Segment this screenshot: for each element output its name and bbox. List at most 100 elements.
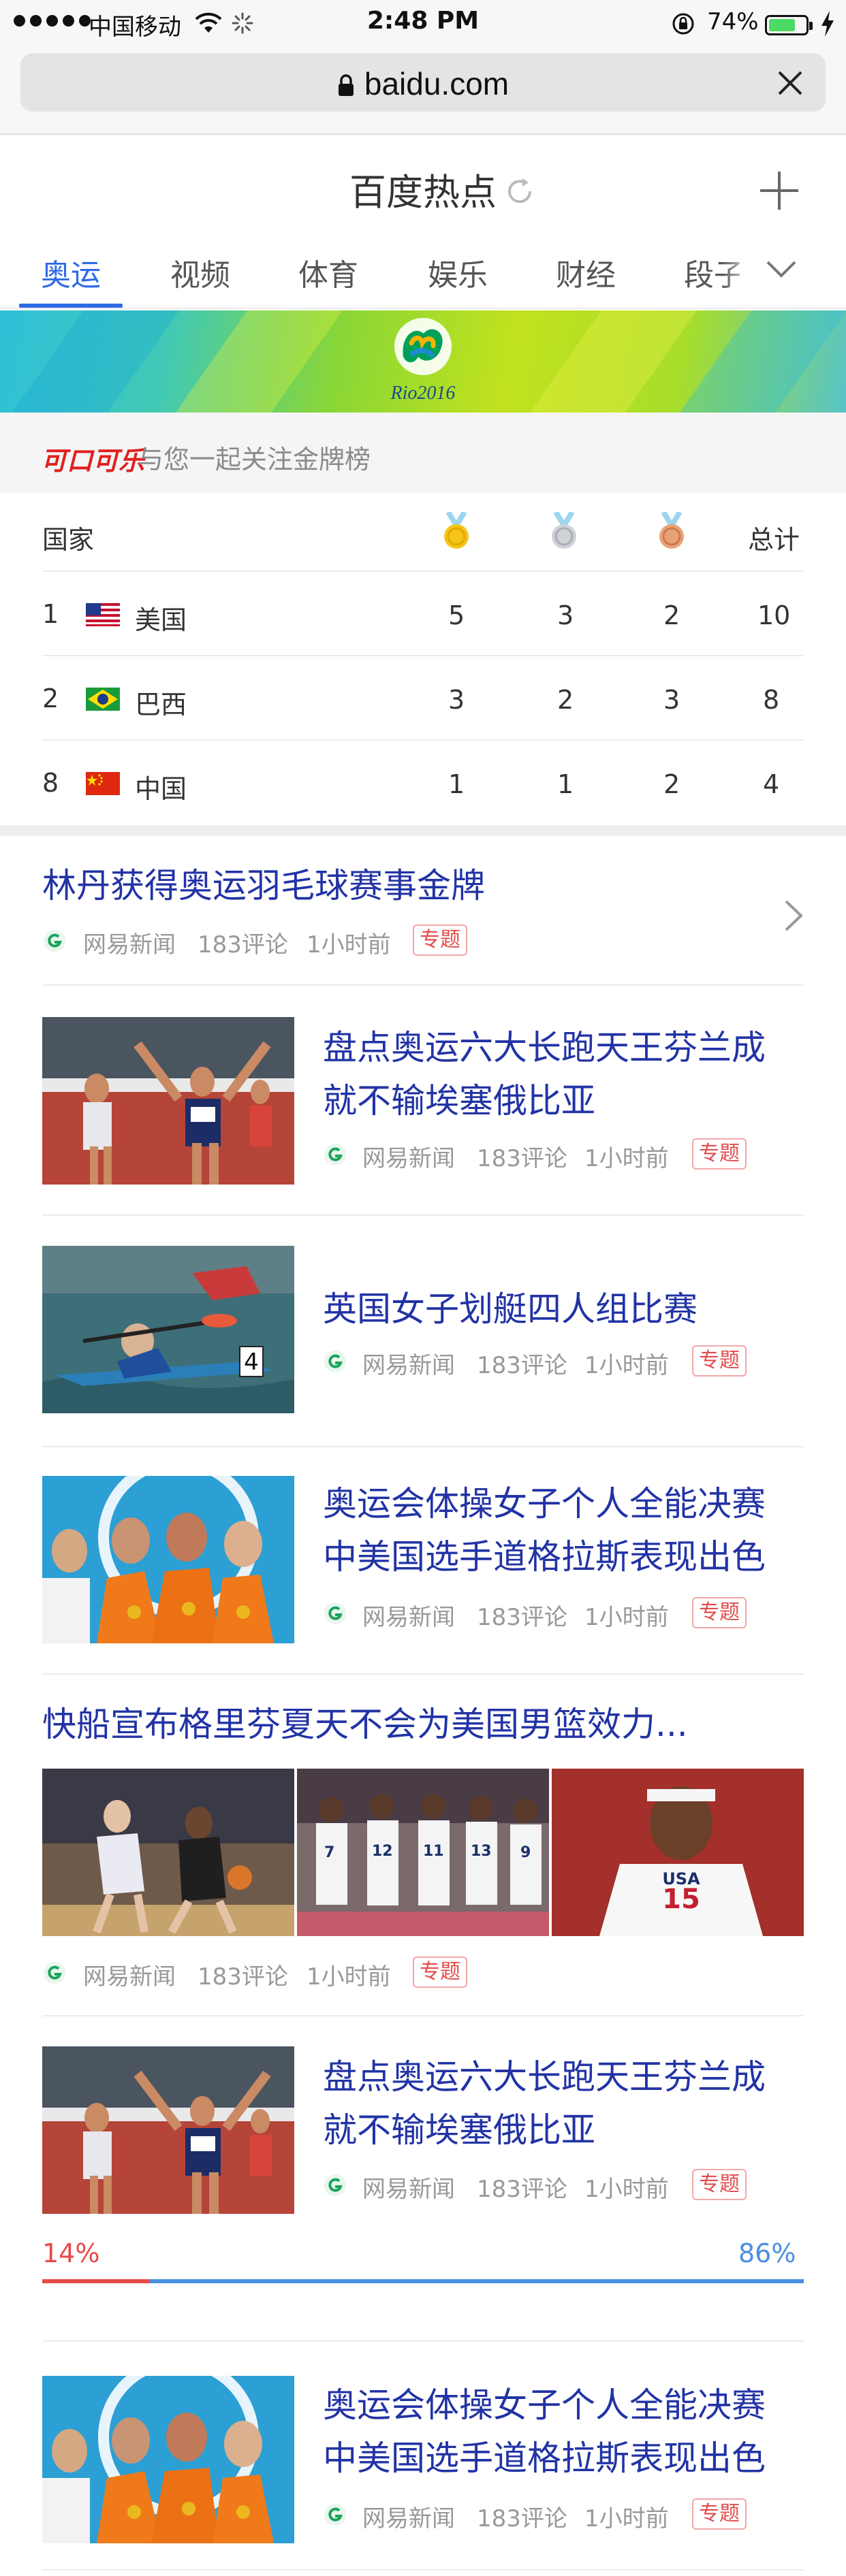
bronze-count: 3 xyxy=(663,685,680,715)
vote-left-percentage: 14% xyxy=(42,2238,100,2268)
divider xyxy=(42,739,804,741)
divider xyxy=(42,1214,804,1216)
news-title-line2[interactable]: 就不输埃塞俄比亚 xyxy=(323,2104,595,2157)
country-name: 美国 xyxy=(135,605,187,635)
news-source: 网易新闻 xyxy=(362,2505,455,2532)
svg-text:12: 12 xyxy=(372,1843,393,1860)
divider xyxy=(42,984,804,986)
tab-video[interactable]: 视频 xyxy=(170,251,230,294)
gold-medal-icon xyxy=(444,512,469,549)
runners-photo[interactable] xyxy=(42,1017,294,1185)
divider xyxy=(42,2569,804,2571)
news-title-line1[interactable]: 奥运会体操女子个人全能决赛 xyxy=(323,1477,766,1530)
coca-cola-logo: 可口可乐 xyxy=(41,447,145,476)
runners-photo[interactable] xyxy=(42,2046,294,2214)
news-source: 网易新闻 xyxy=(83,1963,176,1991)
topic-tag: 专题 xyxy=(692,1345,747,1376)
tab-sports[interactable]: 体育 xyxy=(298,251,358,294)
comment-count: 183评论 xyxy=(477,2176,567,2203)
gold-count: 1 xyxy=(448,769,465,799)
tab-entertainment[interactable]: 娱乐 xyxy=(428,251,488,294)
lock-icon xyxy=(338,74,354,96)
news-title-line1[interactable]: 盘点奥运六大长跑天王芬兰成 xyxy=(323,1021,766,1074)
timestamp: 1小时前 xyxy=(584,2176,669,2203)
tab-olympics[interactable]: 奥运 xyxy=(41,251,101,294)
news-source: 网易新闻 xyxy=(362,1352,455,1379)
bronze-count: 2 xyxy=(663,769,680,799)
silver-medal-icon xyxy=(552,512,576,549)
topic-tag: 专题 xyxy=(692,2498,747,2530)
sponsor-text: 与您一起关注金牌榜 xyxy=(138,445,371,474)
kayak-photo[interactable]: 4 xyxy=(42,1246,294,1413)
basketball-player-photo[interactable]: 15 USA xyxy=(552,1769,804,1936)
country-name: 中国 xyxy=(135,774,187,804)
news-title-line2[interactable]: 中美国选手道格拉斯表现出色 xyxy=(323,2432,766,2485)
close-icon[interactable] xyxy=(777,69,804,97)
total-column-header: 总计 xyxy=(748,525,800,555)
silver-count: 1 xyxy=(557,769,574,799)
topic-tag: 专题 xyxy=(692,1138,747,1170)
source-logo-icon xyxy=(324,1144,346,1165)
charging-bolt-icon xyxy=(821,11,834,37)
address-bar[interactable]: baidu.com xyxy=(20,53,826,112)
gymnasts-photo[interactable] xyxy=(42,2376,294,2543)
divider xyxy=(0,308,846,309)
comment-count: 183评论 xyxy=(477,1604,567,1631)
sponsor-row: 可口可乐 与您一起关注金牌榜 xyxy=(0,413,846,493)
gymnasts-photo[interactable] xyxy=(42,1476,294,1643)
browser-toolbar: baidu.com xyxy=(0,48,846,135)
topic-tag: 专题 xyxy=(692,1597,747,1628)
divider xyxy=(42,1446,804,1447)
vote-bar-left xyxy=(42,2279,149,2283)
svg-text:9: 9 xyxy=(520,1844,531,1861)
chevron-right-icon[interactable] xyxy=(783,899,804,933)
orientation-lock-icon xyxy=(672,13,694,35)
silver-count: 2 xyxy=(557,685,574,715)
bronze-medal-icon xyxy=(659,512,684,549)
news-title-line2[interactable]: 中美国选手道格拉斯表现出色 xyxy=(323,1530,766,1583)
timestamp: 1小时前 xyxy=(584,2505,669,2532)
url-text[interactable]: baidu.com xyxy=(20,65,826,102)
chevron-down-icon[interactable] xyxy=(766,259,797,279)
refresh-icon[interactable] xyxy=(504,176,535,207)
svg-text:USA: USA xyxy=(662,1869,700,1888)
rank: 8 xyxy=(42,768,59,798)
gold-count: 5 xyxy=(448,600,465,630)
svg-text:13: 13 xyxy=(471,1843,492,1860)
tab-finance[interactable]: 财经 xyxy=(556,251,616,294)
topic-tag: 专题 xyxy=(413,1957,467,1988)
vote-bar-right xyxy=(148,2279,804,2283)
rio-logo-text: Rio2016 xyxy=(390,383,456,404)
section-separator xyxy=(0,825,846,836)
silver-count: 3 xyxy=(557,600,574,630)
news-title-line1[interactable]: 盘点奥运六大长跑天王芬兰成 xyxy=(323,2050,766,2104)
news-source: 网易新闻 xyxy=(362,1604,455,1631)
usa-team-photo[interactable]: 7 12 11 13 9 xyxy=(297,1769,549,1936)
brazil-flag-icon xyxy=(86,688,120,711)
news-source: 网易新闻 xyxy=(83,931,176,959)
news-title-line2[interactable]: 就不输埃塞俄比亚 xyxy=(323,1074,595,1127)
status-bar: 中国移动 2:48 PM 74% xyxy=(0,0,846,48)
vote-bar[interactable] xyxy=(42,2279,804,2283)
timestamp: 1小时前 xyxy=(307,1963,391,1991)
rio-2016-banner[interactable]: Rio2016 xyxy=(0,310,846,413)
source-logo-icon xyxy=(324,2504,346,2526)
svg-text:7: 7 xyxy=(324,1844,334,1861)
page-title: 百度热点 xyxy=(349,171,497,214)
add-icon[interactable] xyxy=(757,169,801,212)
divider xyxy=(42,2340,804,2342)
timestamp: 1小时前 xyxy=(584,1604,669,1631)
china-flag-icon xyxy=(86,772,120,795)
news-title[interactable]: 英国女子划艇四人组比赛 xyxy=(323,1283,698,1336)
usa-flag-icon xyxy=(86,603,120,626)
timestamp: 1小时前 xyxy=(307,931,391,959)
svg-text:4: 4 xyxy=(244,1349,259,1376)
comment-count: 183评论 xyxy=(477,1352,567,1379)
basketball-game-photo[interactable] xyxy=(42,1769,294,1936)
news-title[interactable]: 林丹获得奥运羽毛球赛事金牌 xyxy=(42,859,485,912)
news-title-line1[interactable]: 奥运会体操女子个人全能决赛 xyxy=(323,2379,766,2432)
comment-count: 183评论 xyxy=(477,1145,567,1172)
news-title[interactable]: 快船宣布格里芬夏天不会为美国男篮效力... xyxy=(42,1698,688,1751)
rank: 2 xyxy=(42,683,59,713)
topic-tag: 专题 xyxy=(413,924,467,956)
